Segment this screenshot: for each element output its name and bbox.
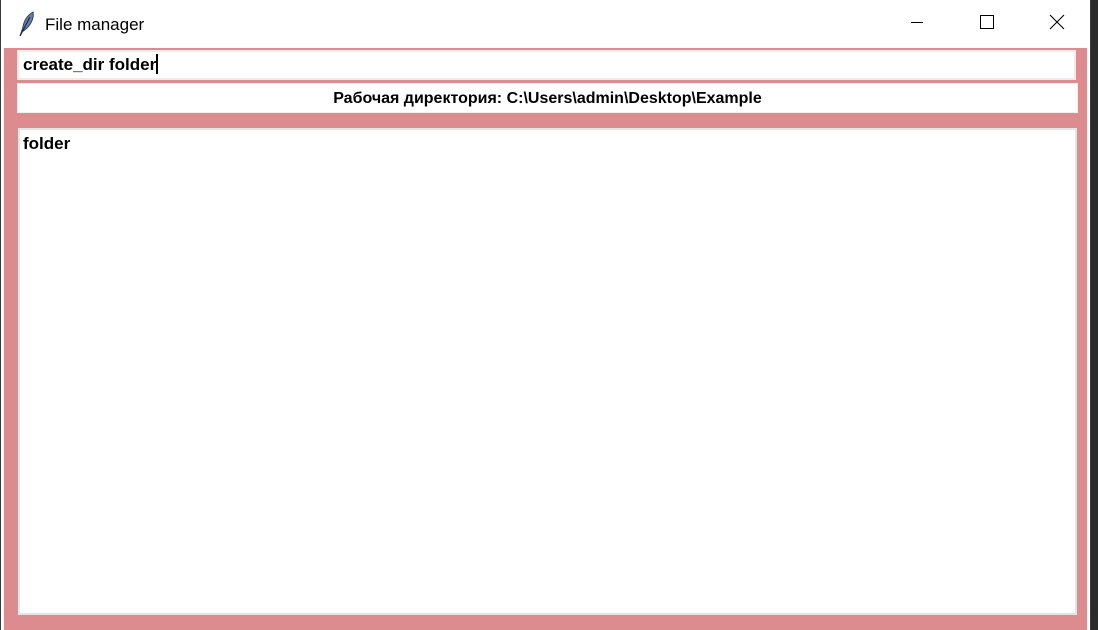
background-strip: [1091, 0, 1098, 630]
command-input-value: create_dir folder: [23, 55, 157, 74]
maximize-icon: [980, 14, 994, 34]
working-directory-label: Рабочая директория: C:\Users\admin\Deskt…: [17, 83, 1078, 113]
minimize-icon: [910, 15, 924, 34]
title-bar[interactable]: File manager: [1, 0, 1090, 48]
close-icon: [1049, 14, 1065, 35]
command-input[interactable]: create_dir folder: [17, 50, 1076, 80]
window-title: File manager: [45, 15, 145, 34]
text-caret: [156, 54, 159, 74]
app-window: File manager create_dir folder Рабочая д…: [0, 0, 1091, 630]
directory-listbox[interactable]: folder: [18, 128, 1077, 615]
main-area: create_dir folder Рабочая директория: C:…: [4, 48, 1087, 630]
close-button[interactable]: [1022, 0, 1092, 48]
feather-icon: [16, 11, 36, 37]
list-item[interactable]: folder: [23, 133, 1072, 155]
minimize-button[interactable]: [882, 0, 952, 48]
maximize-button[interactable]: [952, 0, 1022, 48]
